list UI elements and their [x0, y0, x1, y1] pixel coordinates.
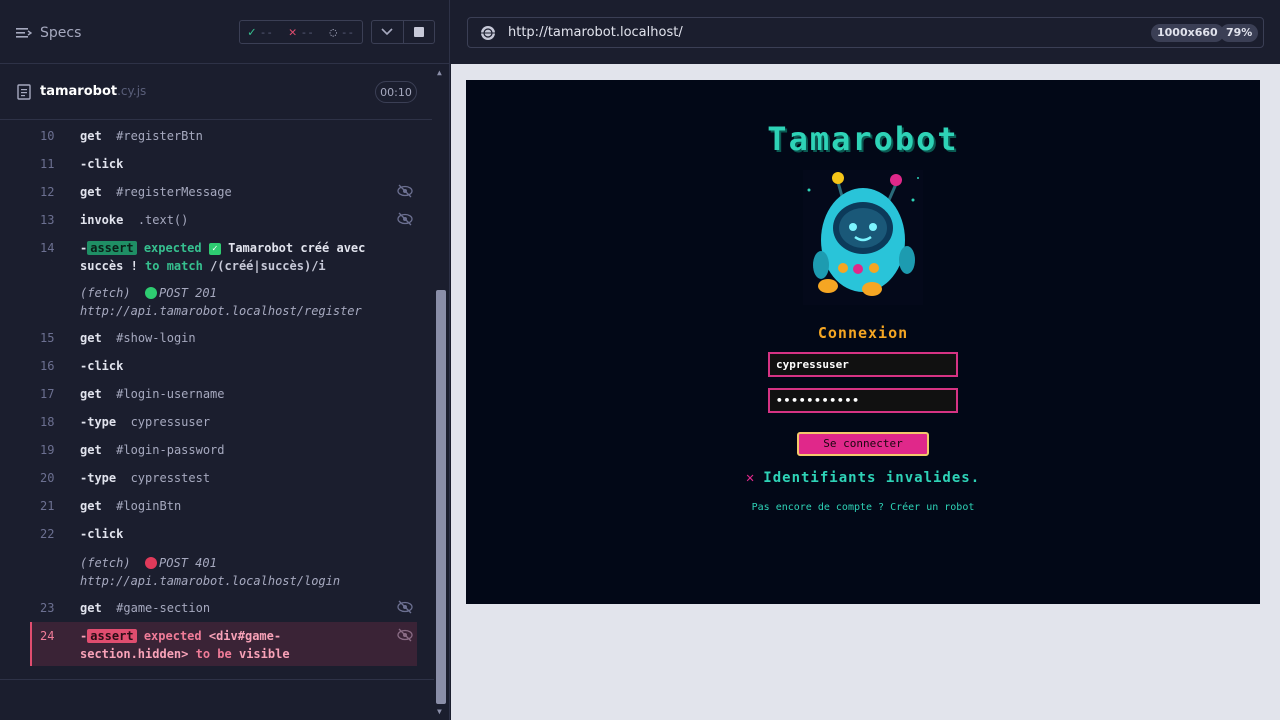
scroll-up-arrow-icon[interactable]: ▲ [437, 68, 442, 77]
assert-row-failed[interactable]: 24 - assert expected <div#game- section.h… [30, 622, 417, 666]
command-row[interactable]: 18 -type cypressuser [30, 413, 417, 431]
status-dot-icon [145, 287, 158, 299]
command-row[interactable]: 23 get #game-section [30, 599, 417, 617]
run-controls [371, 20, 435, 44]
url-text: http://tamarobot.localhost/ [508, 25, 683, 40]
stop-icon [413, 27, 424, 37]
status-dot-icon [145, 557, 158, 569]
command-row[interactable]: 13 invoke .text() [30, 211, 417, 229]
eye-slash-icon[interactable] [397, 184, 413, 198]
command-row[interactable]: 20 -type cypresstest [30, 469, 417, 487]
globe-icon [481, 26, 495, 40]
command-row[interactable]: 11 -click [30, 155, 417, 173]
assert-badge: assert [87, 241, 137, 255]
app-preview-area: http://tamarobot.localhost/ 1000x660 79%… [451, 0, 1280, 720]
test-stats: ✓ -- ✕ -- ◌ -- [239, 20, 363, 44]
failed-stat: ✕ -- [288, 24, 314, 40]
command-row[interactable]: 16 -click [30, 357, 417, 375]
specs-button[interactable]: Specs [16, 22, 81, 44]
fetch-row[interactable]: (fetch) POST 201 http://api.tamarobot.lo… [30, 284, 417, 322]
divider [0, 679, 434, 680]
command-row[interactable]: 10 get #registerBtn [30, 127, 417, 145]
stop-button[interactable] [404, 21, 435, 43]
command-row[interactable]: 12 get #registerMessage [30, 183, 417, 201]
reporter-scrollbar[interactable]: ▲ ▼ [434, 64, 448, 720]
command-log: 10 get #registerBtn 11 -click 12 get #re… [0, 121, 432, 679]
reporter-panel: Specs ✓ -- ✕ -- ◌ -- tamarobot.cy.js 00:10 [0, 0, 450, 720]
login-button[interactable]: Se connecter [797, 432, 929, 456]
collapse-button[interactable] [372, 21, 404, 43]
eye-slash-icon[interactable] [397, 600, 413, 614]
spec-duration: 00:10 [375, 81, 417, 103]
spec-filename: tamarobot.cy.js [40, 84, 147, 99]
checkbox-checked-icon: ✓ [208, 242, 221, 255]
command-row[interactable]: 22 -click [30, 525, 417, 543]
username-input[interactable]: cypressuser [768, 352, 958, 377]
password-input[interactable]: ••••••••••• [768, 388, 958, 413]
check-icon: ✓ [247, 24, 256, 40]
chevron-down-icon [381, 28, 393, 36]
scrollbar-thumb[interactable] [436, 290, 446, 704]
login-title: Connexion [817, 324, 909, 342]
url-bar[interactable]: http://tamarobot.localhost/ 1000x660 79% [467, 17, 1264, 48]
viewport-size-badge: 1000x660 [1151, 24, 1224, 42]
fetch-row[interactable]: (fetch) POST 401 http://api.tamarobot.lo… [30, 554, 417, 592]
command-row[interactable]: 19 get #login-password [30, 441, 417, 459]
close-icon: ✕ [745, 470, 756, 486]
command-row[interactable]: 15 get #show-login [30, 329, 417, 347]
scroll-down-arrow-icon[interactable]: ▼ [437, 707, 442, 716]
robot-mascot-image [803, 170, 923, 305]
spec-header: tamarobot.cy.js 00:10 [0, 64, 432, 120]
eye-slash-icon[interactable] [397, 212, 413, 226]
pending-circle-icon: ◌ [329, 25, 337, 39]
pending-stat: ◌ -- [329, 25, 355, 39]
register-link[interactable]: Pas encore de compte ? Créer un robot [466, 502, 1260, 513]
x-icon: ✕ [288, 24, 297, 40]
assert-badge: assert [87, 629, 137, 643]
specs-label: Specs [40, 25, 82, 41]
app-iframe: Tamarobot Connexion cypressuser ••••••••… [466, 80, 1260, 604]
command-row[interactable]: 17 get #login-username [30, 385, 417, 403]
command-row[interactable]: 21 get #loginBtn [30, 497, 417, 515]
assert-row-passed[interactable]: 14 - assert expected ✓ Tamarobot créé ave… [30, 239, 417, 275]
reporter-topbar: Specs ✓ -- ✕ -- ◌ -- [0, 0, 450, 64]
zoom-badge: 79% [1220, 24, 1259, 42]
eye-slash-icon[interactable] [397, 628, 413, 642]
app-title: Tamarobot [767, 120, 959, 158]
url-bar-container: http://tamarobot.localhost/ 1000x660 79% [451, 0, 1280, 64]
passed-stat: ✓ -- [247, 24, 273, 40]
file-icon [17, 84, 31, 100]
menu-icon [16, 28, 32, 38]
login-error-message: ✕ Identifiants invalides. [745, 470, 981, 486]
